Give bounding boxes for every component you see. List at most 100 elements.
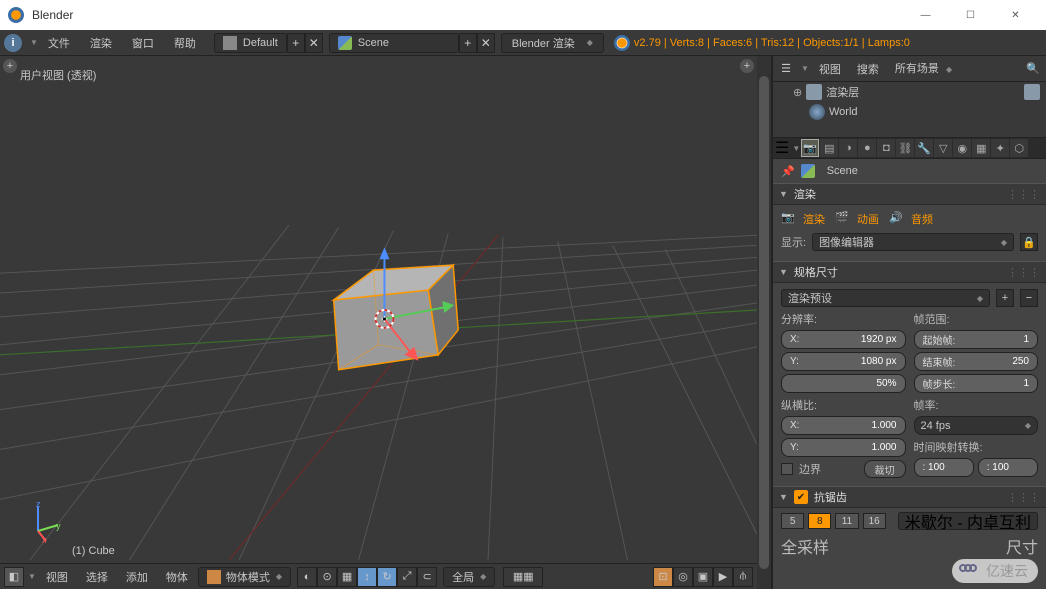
camera-icon[interactable] bbox=[1024, 84, 1040, 100]
manipulator-scale-icon[interactable]: ⤢ bbox=[397, 567, 417, 587]
framerate-selector[interactable]: 24 fps◆ bbox=[914, 416, 1039, 435]
outliner-filter[interactable]: 所有场景 ◆ bbox=[889, 60, 958, 78]
aspect-x-field[interactable]: X:1.000 bbox=[781, 416, 906, 435]
manipulator-rotate-icon[interactable]: ↻ bbox=[377, 567, 397, 587]
mode-selector[interactable]: 物体模式 ◆ bbox=[198, 567, 291, 587]
vp-menu-select[interactable]: 选择 bbox=[78, 569, 116, 585]
outliner-row-renderlayers[interactable]: ⊕ 渲染层 bbox=[773, 82, 1046, 102]
layout-add-button[interactable]: + bbox=[287, 33, 305, 53]
crop-button[interactable]: 裁切 bbox=[864, 460, 906, 478]
animation-button[interactable]: 🎬动画 bbox=[835, 211, 879, 227]
tab-render[interactable]: 📷 bbox=[801, 139, 819, 157]
toolshelf-toggle[interactable]: + bbox=[3, 59, 17, 73]
aa-filter-selector[interactable]: 米歇尔 - 内卓互利 bbox=[898, 512, 1038, 530]
chevron-down-icon[interactable]: ▼ bbox=[28, 572, 36, 581]
vp-menu-view[interactable]: 视图 bbox=[38, 569, 76, 585]
tab-scene[interactable]: ◑ bbox=[839, 139, 857, 157]
3d-viewport[interactable]: + + 用户视图 (透视) (1) Cube z y x bbox=[0, 56, 757, 563]
close-button[interactable]: ✕ bbox=[993, 0, 1038, 30]
aspect-y-field[interactable]: Y:1.000 bbox=[781, 438, 906, 457]
frame-start-field[interactable]: 起始帧:1 bbox=[914, 330, 1039, 349]
layers-icon[interactable]: ▦ bbox=[337, 567, 357, 587]
tab-constraints[interactable]: ⛓ bbox=[896, 139, 914, 157]
chevron-down-icon[interactable]: ▼ bbox=[801, 64, 809, 73]
outliner-view[interactable]: 视图 bbox=[813, 61, 847, 77]
aa-sample-11[interactable]: 11 bbox=[835, 513, 858, 529]
tab-modifiers[interactable]: 🔧 bbox=[915, 139, 933, 157]
minimize-button[interactable]: — bbox=[903, 0, 948, 30]
layout-delete-button[interactable]: ✕ bbox=[305, 33, 323, 53]
vp-menu-object[interactable]: 物体 bbox=[158, 569, 196, 585]
resolution-y-field[interactable]: Y:1080 px bbox=[781, 352, 906, 371]
proportional-icon[interactable]: ◎ bbox=[673, 567, 693, 587]
tab-material[interactable]: ◉ bbox=[953, 139, 971, 157]
menu-window[interactable]: 窗口 bbox=[122, 30, 164, 55]
preset-add-button[interactable]: + bbox=[996, 289, 1014, 307]
drag-handle-icon[interactable]: ⋮⋮⋮ bbox=[1007, 266, 1040, 279]
resolution-pct-field[interactable]: 50% bbox=[781, 374, 906, 393]
menu-file[interactable]: 文件 bbox=[38, 30, 80, 55]
antialias-checkbox[interactable]: ✔ bbox=[794, 490, 808, 504]
snap-icon[interactable]: ⊡ bbox=[653, 567, 673, 587]
search-icon[interactable]: 🔍 bbox=[1024, 60, 1042, 78]
tab-texture[interactable]: ▦ bbox=[972, 139, 990, 157]
manipulator-translate-icon[interactable]: ↕ bbox=[357, 567, 377, 587]
shading-icon[interactable]: ◐ bbox=[297, 567, 317, 587]
aa-sample-16[interactable]: 16 bbox=[863, 513, 886, 529]
properties-shelf-toggle[interactable]: + bbox=[740, 59, 754, 73]
resolution-x-field[interactable]: X:1920 px bbox=[781, 330, 906, 349]
vp-menu-add[interactable]: 添加 bbox=[118, 569, 156, 585]
aa-sample-5[interactable]: 5 bbox=[781, 513, 804, 529]
editor-type-icon[interactable]: ◧ bbox=[4, 567, 24, 587]
render-preview-icon[interactable]: ▣ bbox=[693, 567, 713, 587]
info-icon[interactable]: i bbox=[4, 34, 22, 52]
preset-remove-button[interactable]: − bbox=[1020, 289, 1038, 307]
lock-icon[interactable]: 🔒 bbox=[1020, 233, 1038, 251]
section-antialias-header[interactable]: ▼ ✔ 抗锯齿 ⋮⋮⋮ bbox=[773, 486, 1046, 508]
properties-editor-icon[interactable]: ☰ bbox=[775, 138, 789, 158]
display-selector[interactable]: 图像编辑器◆ bbox=[812, 233, 1014, 251]
tab-data[interactable]: ▽ bbox=[934, 139, 952, 157]
tab-renderlayers[interactable]: ▤ bbox=[820, 139, 838, 157]
render-preset-selector[interactable]: 渲染预设◆ bbox=[781, 289, 990, 307]
camera-icon[interactable]: ▶ bbox=[713, 567, 733, 587]
border-checkbox[interactable] bbox=[781, 463, 793, 475]
scene-add-button[interactable]: + bbox=[459, 33, 477, 53]
render-button[interactable]: 📷渲染 bbox=[781, 211, 825, 227]
outliner-tree[interactable]: ⊕ 渲染层 World bbox=[773, 82, 1046, 137]
scene-selector[interactable]: Scene bbox=[329, 33, 459, 53]
tab-physics[interactable]: ⬡ bbox=[1010, 139, 1028, 157]
scene-delete-button[interactable]: ✕ bbox=[477, 33, 495, 53]
remap-old-field[interactable]: : 100 bbox=[914, 458, 974, 477]
section-dimensions-header[interactable]: ▼ 规格尺寸 ⋮⋮⋮ bbox=[773, 261, 1046, 283]
chevron-down-icon[interactable]: ▼ bbox=[30, 38, 38, 47]
viewport-scrollbar[interactable] bbox=[757, 56, 771, 589]
magnet-icon[interactable]: ⊂ bbox=[417, 567, 437, 587]
drag-handle-icon[interactable]: ⋮⋮⋮ bbox=[1007, 188, 1040, 201]
menu-render[interactable]: 渲染 bbox=[80, 30, 122, 55]
frame-end-field[interactable]: 结束帧:250 bbox=[914, 352, 1039, 371]
lock-icon[interactable]: ⫛ bbox=[733, 567, 753, 587]
tab-object[interactable]: ◘ bbox=[877, 139, 895, 157]
tab-particles[interactable]: ✦ bbox=[991, 139, 1009, 157]
outliner-search[interactable]: 搜索 bbox=[851, 61, 885, 77]
menu-help[interactable]: 帮助 bbox=[164, 30, 206, 55]
properties-panel[interactable]: 📌 Scene ▼ 渲染 ⋮⋮⋮ 📷渲染 🎬动画 🔊音频 bbox=[773, 159, 1046, 589]
aa-sample-8[interactable]: 8 bbox=[808, 513, 831, 529]
drag-handle-icon[interactable]: ⋮⋮⋮ bbox=[1007, 491, 1040, 504]
section-render-header[interactable]: ▼ 渲染 ⋮⋮⋮ bbox=[773, 183, 1046, 205]
outliner-editor-icon[interactable]: ☰ bbox=[777, 60, 795, 78]
screen-layout-selector[interactable]: Default bbox=[214, 33, 287, 53]
pin-icon[interactable]: 📌 bbox=[781, 165, 795, 178]
tab-world[interactable]: ● bbox=[858, 139, 876, 157]
remap-new-field[interactable]: : 100 bbox=[978, 458, 1038, 477]
audio-button[interactable]: 🔊音频 bbox=[889, 211, 933, 227]
chevron-down-icon[interactable]: ▼ bbox=[792, 144, 800, 153]
expand-icon[interactable]: ⊕ bbox=[793, 86, 802, 99]
outliner-row-world[interactable]: World bbox=[773, 102, 1046, 122]
orientation-selector[interactable]: 全局 ◆ bbox=[443, 567, 495, 587]
maximize-button[interactable]: ☐ bbox=[948, 0, 993, 30]
frame-step-field[interactable]: 帧步长:1 bbox=[914, 374, 1039, 393]
layers-grid[interactable]: ▦▦ bbox=[503, 567, 543, 587]
pivot-icon[interactable]: ⊙ bbox=[317, 567, 337, 587]
